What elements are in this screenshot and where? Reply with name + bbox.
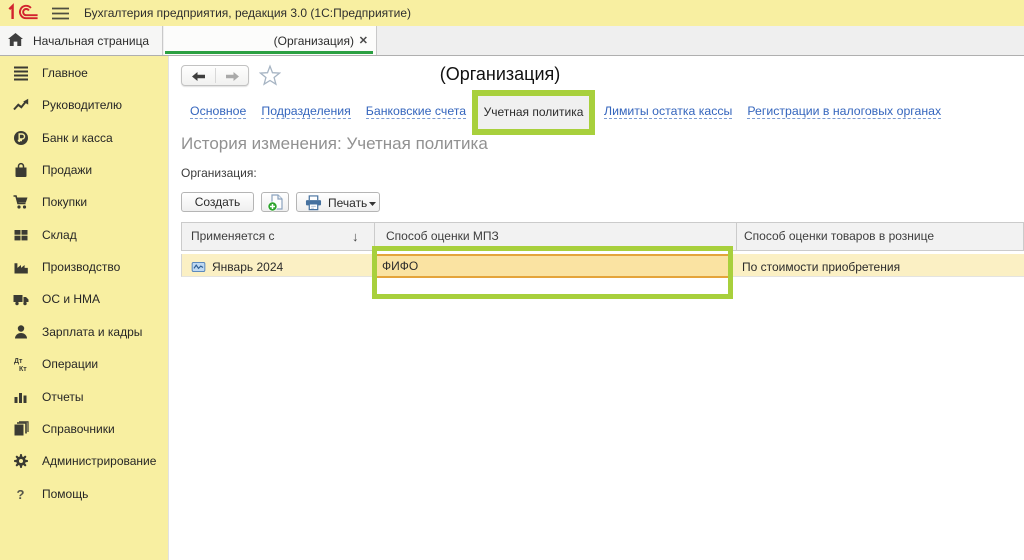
svg-text:Дт: Дт [14, 358, 23, 365]
svg-text:Кт: Кт [19, 366, 27, 372]
svg-text:?: ? [17, 487, 25, 502]
